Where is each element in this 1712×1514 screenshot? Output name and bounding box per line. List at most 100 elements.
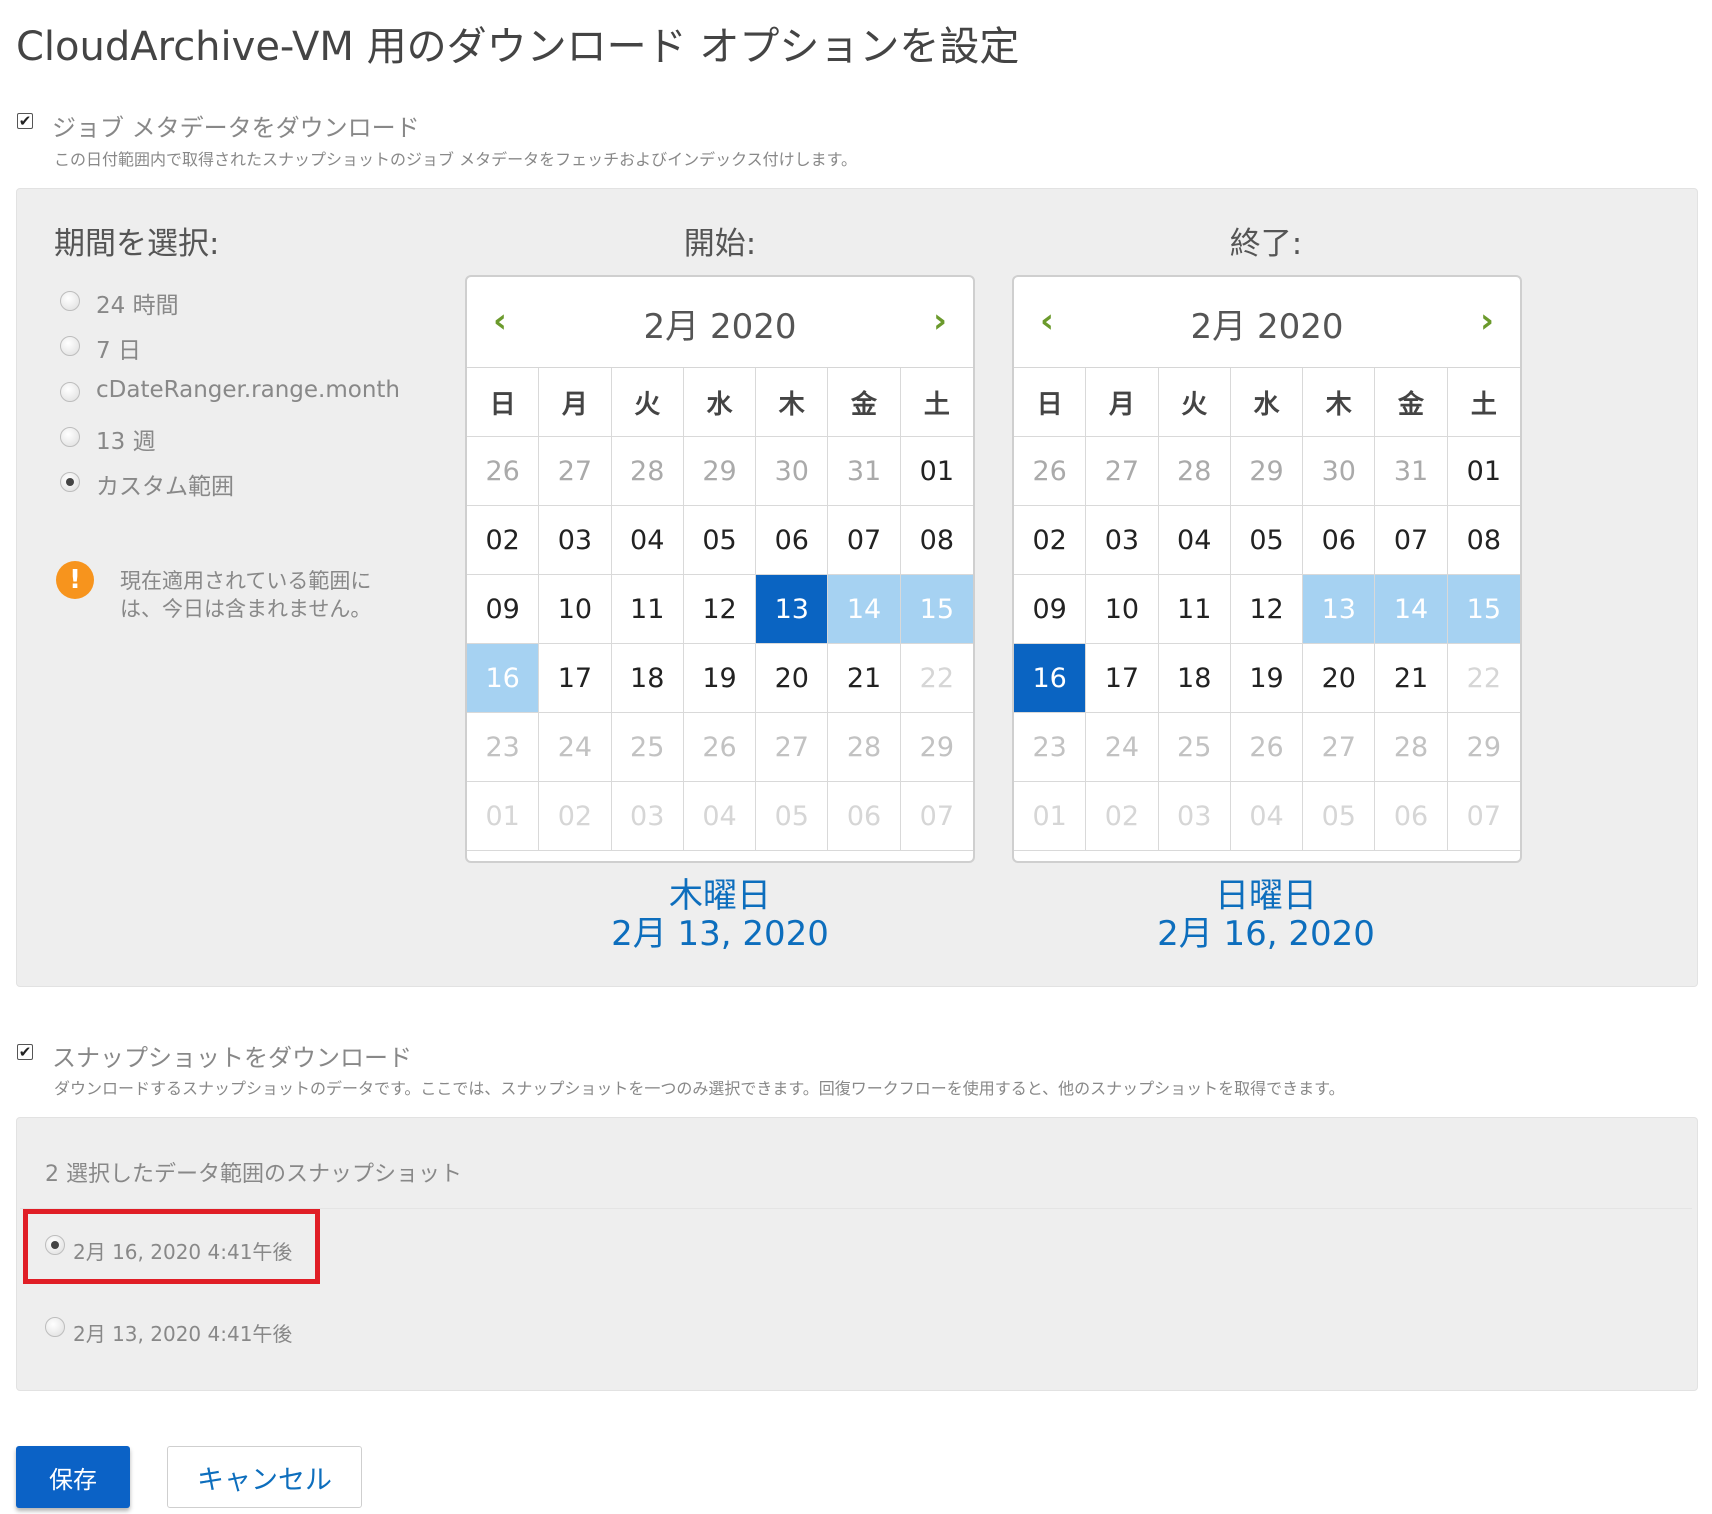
cancel-button[interactable]: キャンセル	[167, 1446, 362, 1508]
start-day-cell[interactable]: 02	[467, 506, 540, 575]
start-day-cell[interactable]: 05	[683, 506, 757, 575]
start-day-cell[interactable]: 07	[900, 782, 973, 851]
end-day-cell[interactable]: 15	[1447, 575, 1520, 644]
start-day-cell[interactable]: 02	[539, 782, 612, 851]
end-day-cell[interactable]: 11	[1158, 575, 1231, 644]
end-day-cell[interactable]: 02	[1086, 782, 1159, 851]
start-day-cell[interactable]: 17	[539, 644, 612, 713]
snapshots-checkbox[interactable]: ✔	[17, 1044, 33, 1060]
start-day-cell[interactable]: 09	[467, 575, 540, 644]
end-day-cell[interactable]: 26	[1230, 713, 1304, 782]
start-day-cell[interactable]: 29	[683, 437, 757, 506]
end-day-cell[interactable]: 18	[1158, 644, 1231, 713]
end-day-cell[interactable]: 29	[1230, 437, 1304, 506]
start-day-cell[interactable]: 06	[756, 506, 829, 575]
end-day-cell[interactable]: 24	[1086, 713, 1159, 782]
start-next-month-icon[interactable]: ›	[933, 301, 947, 341]
end-next-month-icon[interactable]: ›	[1480, 301, 1494, 341]
radio-month[interactable]	[60, 382, 80, 402]
start-day-cell[interactable]: 03	[539, 506, 612, 575]
start-day-cell[interactable]: 28	[828, 713, 901, 782]
start-selected-date-value: 2月 13, 2020	[611, 914, 829, 954]
start-day-cell[interactable]: 16	[467, 644, 540, 713]
start-day-cell[interactable]: 23	[467, 713, 540, 782]
start-day-cell[interactable]: 01	[900, 437, 973, 506]
start-day-cell[interactable]: 05	[756, 782, 829, 851]
start-day-cell[interactable]: 27	[756, 713, 829, 782]
start-day-cell[interactable]: 12	[683, 575, 757, 644]
start-day-cell[interactable]: 06	[828, 782, 901, 851]
end-day-cell[interactable]: 06	[1375, 782, 1448, 851]
end-day-cell[interactable]: 09	[1014, 575, 1087, 644]
end-day-cell[interactable]: 28	[1375, 713, 1448, 782]
end-day-cell[interactable]: 07	[1375, 506, 1448, 575]
end-day-cell[interactable]: 10	[1086, 575, 1159, 644]
start-day-cell[interactable]: 07	[828, 506, 901, 575]
end-day-cell[interactable]: 12	[1230, 575, 1304, 644]
end-day-cell[interactable]: 26	[1014, 437, 1087, 506]
start-day-cell[interactable]: 19	[683, 644, 757, 713]
start-day-cell[interactable]: 11	[611, 575, 684, 644]
start-day-cell[interactable]: 24	[539, 713, 612, 782]
job-metadata-checkbox[interactable]: ✔	[17, 113, 33, 129]
end-day-cell[interactable]: 31	[1375, 437, 1448, 506]
end-day-cell[interactable]: 20	[1303, 644, 1376, 713]
end-day-cell[interactable]: 03	[1086, 506, 1159, 575]
end-day-cell[interactable]: 21	[1375, 644, 1448, 713]
end-day-cell[interactable]: 23	[1014, 713, 1087, 782]
start-day-cell[interactable]: 28	[611, 437, 684, 506]
end-day-cell[interactable]: 27	[1086, 437, 1159, 506]
end-day-cell[interactable]: 01	[1447, 437, 1520, 506]
start-day-cell[interactable]: 08	[900, 506, 973, 575]
end-day-cell[interactable]: 04	[1230, 782, 1304, 851]
end-day-cell[interactable]: 22	[1447, 644, 1520, 713]
start-day-cell[interactable]: 20	[756, 644, 829, 713]
start-day-cell[interactable]: 15	[900, 575, 973, 644]
end-day-cell[interactable]: 29	[1447, 713, 1520, 782]
job-metadata-description: この日付範囲内で取得されたスナップショットのジョブ メタデータをフェッチおよびイ…	[54, 150, 858, 169]
end-day-cell[interactable]: 01	[1014, 782, 1087, 851]
end-day-cell[interactable]: 03	[1158, 782, 1231, 851]
start-day-cell[interactable]: 10	[539, 575, 612, 644]
end-day-cell[interactable]: 28	[1158, 437, 1231, 506]
start-day-cell[interactable]: 27	[539, 437, 612, 506]
start-day-cell[interactable]: 31	[828, 437, 901, 506]
end-day-cell[interactable]: 08	[1447, 506, 1520, 575]
start-day-cell[interactable]: 01	[467, 782, 540, 851]
end-day-cell[interactable]: 16	[1014, 644, 1087, 713]
end-day-cell[interactable]: 27	[1303, 713, 1376, 782]
start-day-cell[interactable]: 21	[828, 644, 901, 713]
start-day-cell[interactable]: 03	[611, 782, 684, 851]
radio-custom-range[interactable]	[60, 472, 80, 492]
start-day-cell[interactable]: 13	[756, 575, 829, 644]
end-day-cell[interactable]: 25	[1158, 713, 1231, 782]
radio-7-days[interactable]	[60, 336, 80, 356]
snapshot-radio-feb13[interactable]	[45, 1317, 65, 1337]
start-day-cell[interactable]: 04	[683, 782, 757, 851]
end-day-cell[interactable]: 17	[1086, 644, 1159, 713]
end-day-cell[interactable]: 06	[1303, 506, 1376, 575]
radio-13-weeks[interactable]	[60, 427, 80, 447]
start-day-cell[interactable]: 29	[900, 713, 973, 782]
period-heading: 期間を選択:	[54, 226, 220, 262]
start-weekday-header: 木	[756, 368, 829, 437]
start-day-cell[interactable]: 04	[611, 506, 684, 575]
start-day-cell[interactable]: 18	[611, 644, 684, 713]
start-day-cell[interactable]: 22	[900, 644, 973, 713]
end-day-cell[interactable]: 19	[1230, 644, 1304, 713]
start-day-cell[interactable]: 26	[683, 713, 757, 782]
start-day-cell[interactable]: 14	[828, 575, 901, 644]
end-day-cell[interactable]: 05	[1303, 782, 1376, 851]
save-button[interactable]: 保存	[16, 1446, 130, 1508]
end-day-cell[interactable]: 05	[1230, 506, 1304, 575]
end-day-cell[interactable]: 14	[1375, 575, 1448, 644]
start-day-cell[interactable]: 25	[611, 713, 684, 782]
end-day-cell[interactable]: 02	[1014, 506, 1087, 575]
start-day-cell[interactable]: 26	[467, 437, 540, 506]
end-day-cell[interactable]: 04	[1158, 506, 1231, 575]
start-day-cell[interactable]: 30	[756, 437, 829, 506]
end-day-cell[interactable]: 13	[1303, 575, 1376, 644]
end-day-cell[interactable]: 07	[1447, 782, 1520, 851]
end-day-cell[interactable]: 30	[1303, 437, 1376, 506]
radio-24-hours[interactable]	[60, 291, 80, 311]
